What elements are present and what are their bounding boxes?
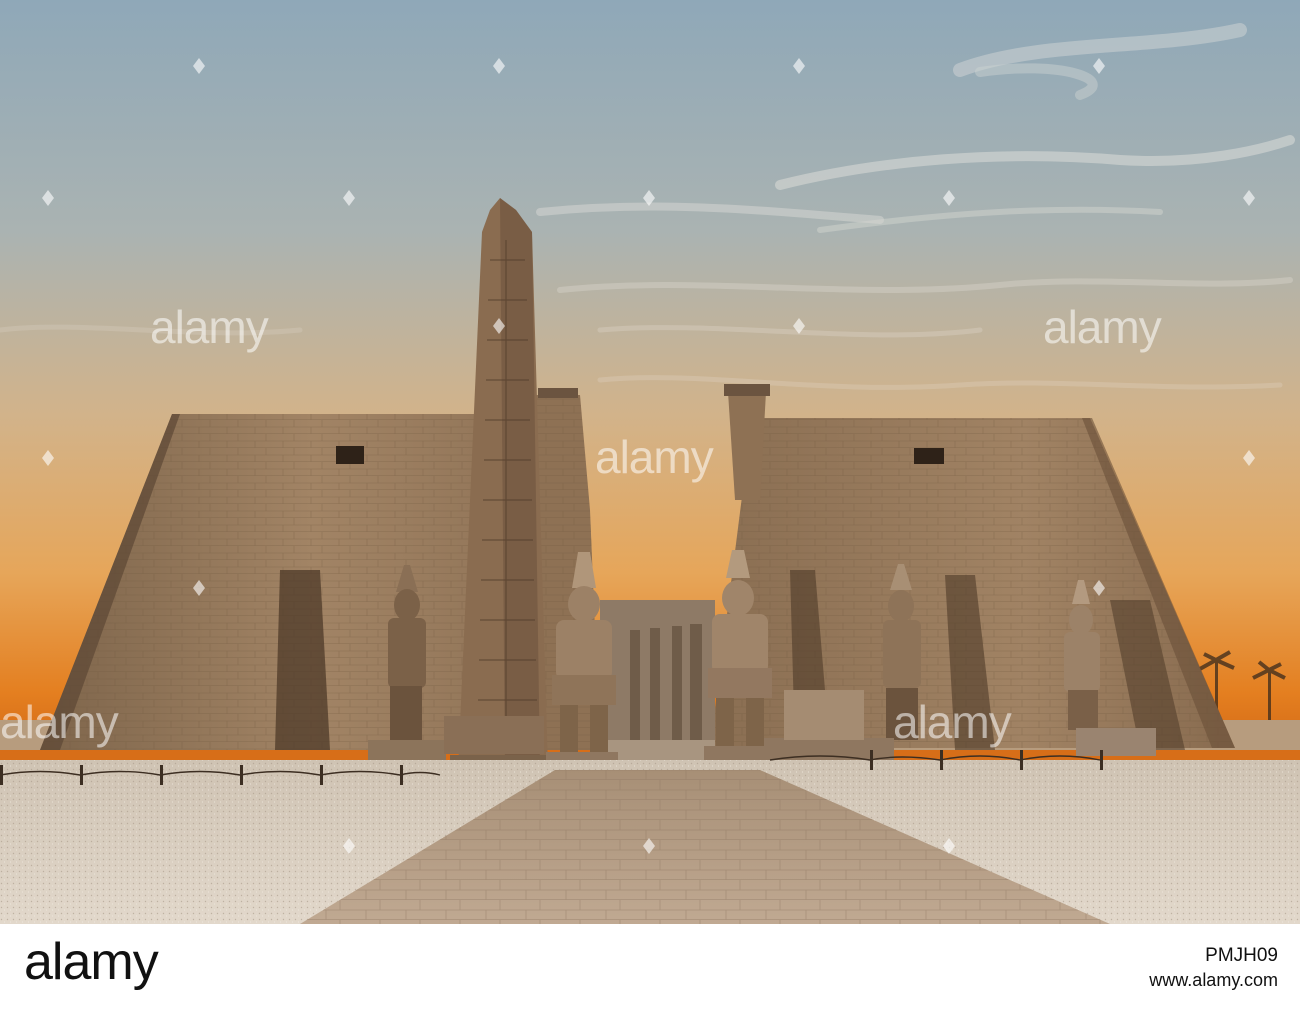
site-url: www.alamy.com: [1149, 970, 1278, 990]
baboon-statues: [444, 716, 544, 754]
footer-bar: alamy PMJH09 www.alamy.com: [0, 924, 1300, 1014]
temple-photo: [0, 0, 1300, 924]
broken-statue-base: [784, 690, 864, 740]
image-id: PMJH09: [1205, 945, 1278, 966]
image-frame: alamy alamy alamy alamy alamy alamy PMJH…: [0, 0, 1300, 1014]
colonnade: [600, 600, 715, 760]
brand-logo: alamy: [24, 933, 159, 991]
footer-info: PMJH09 www.alamy.com: [1149, 944, 1278, 992]
